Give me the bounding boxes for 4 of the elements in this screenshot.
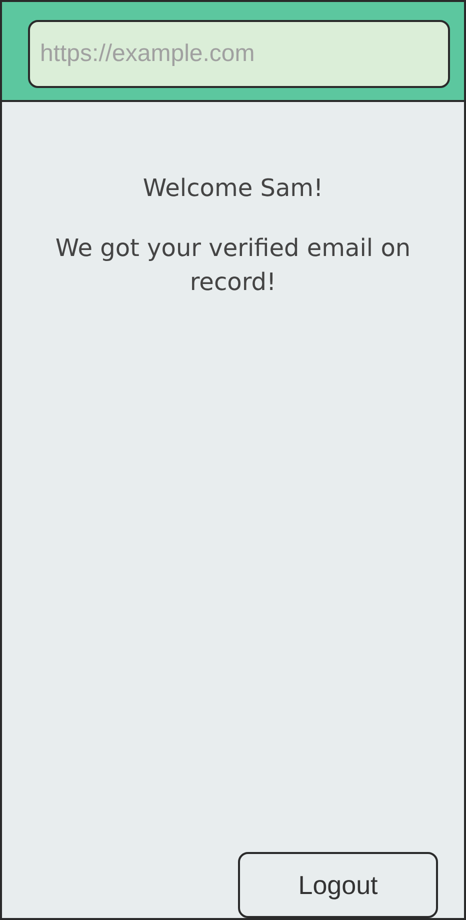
url-field[interactable]: https://example.com (28, 20, 450, 88)
message-text: We got your verified email on record! (54, 233, 412, 298)
logout-button[interactable]: Logout (238, 852, 438, 918)
welcome-text: Welcome Sam! (142, 174, 324, 202)
